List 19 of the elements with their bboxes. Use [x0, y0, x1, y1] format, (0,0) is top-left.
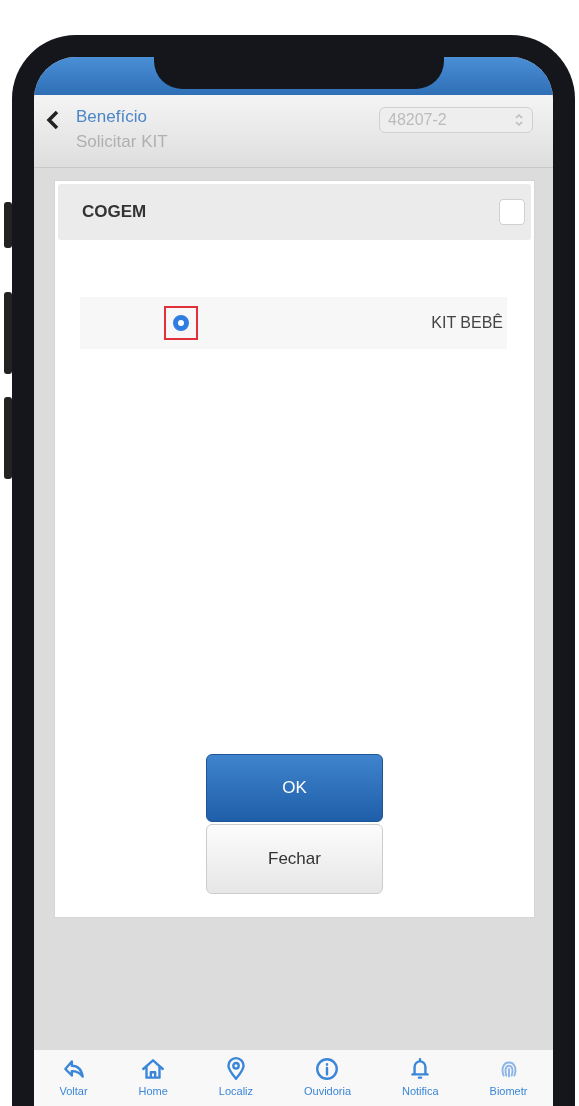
tab-bar-item[interactable]: Biometr: [489, 1056, 528, 1098]
option-row[interactable]: KIT BEBÊ: [80, 297, 507, 349]
tab-bar-item[interactable]: Voltar: [59, 1056, 88, 1098]
option-label: KIT BEBÊ: [431, 314, 503, 332]
group-title: COGEM: [82, 202, 147, 222]
tab-bar-item[interactable]: Ouvidoria: [303, 1056, 352, 1098]
tab-bar-item[interactable]: Notifica: [401, 1056, 439, 1098]
tab-bar-item[interactable]: Localiz: [218, 1056, 254, 1098]
header-title[interactable]: Benefício: [76, 105, 379, 129]
home-icon: [140, 1056, 167, 1082]
header-subtitle: Solicitar KIT: [76, 131, 169, 153]
info-icon: [314, 1056, 341, 1082]
radio-button[interactable]: [173, 315, 189, 331]
close-button[interactable]: Fechar: [206, 824, 383, 894]
up-down-icon: [514, 113, 524, 127]
tab-bar-item[interactable]: Home: [138, 1056, 168, 1098]
group-checkbox[interactable]: [499, 199, 525, 225]
back-chevron-icon[interactable]: [46, 109, 60, 131]
ok-button[interactable]: OK: [206, 754, 383, 822]
